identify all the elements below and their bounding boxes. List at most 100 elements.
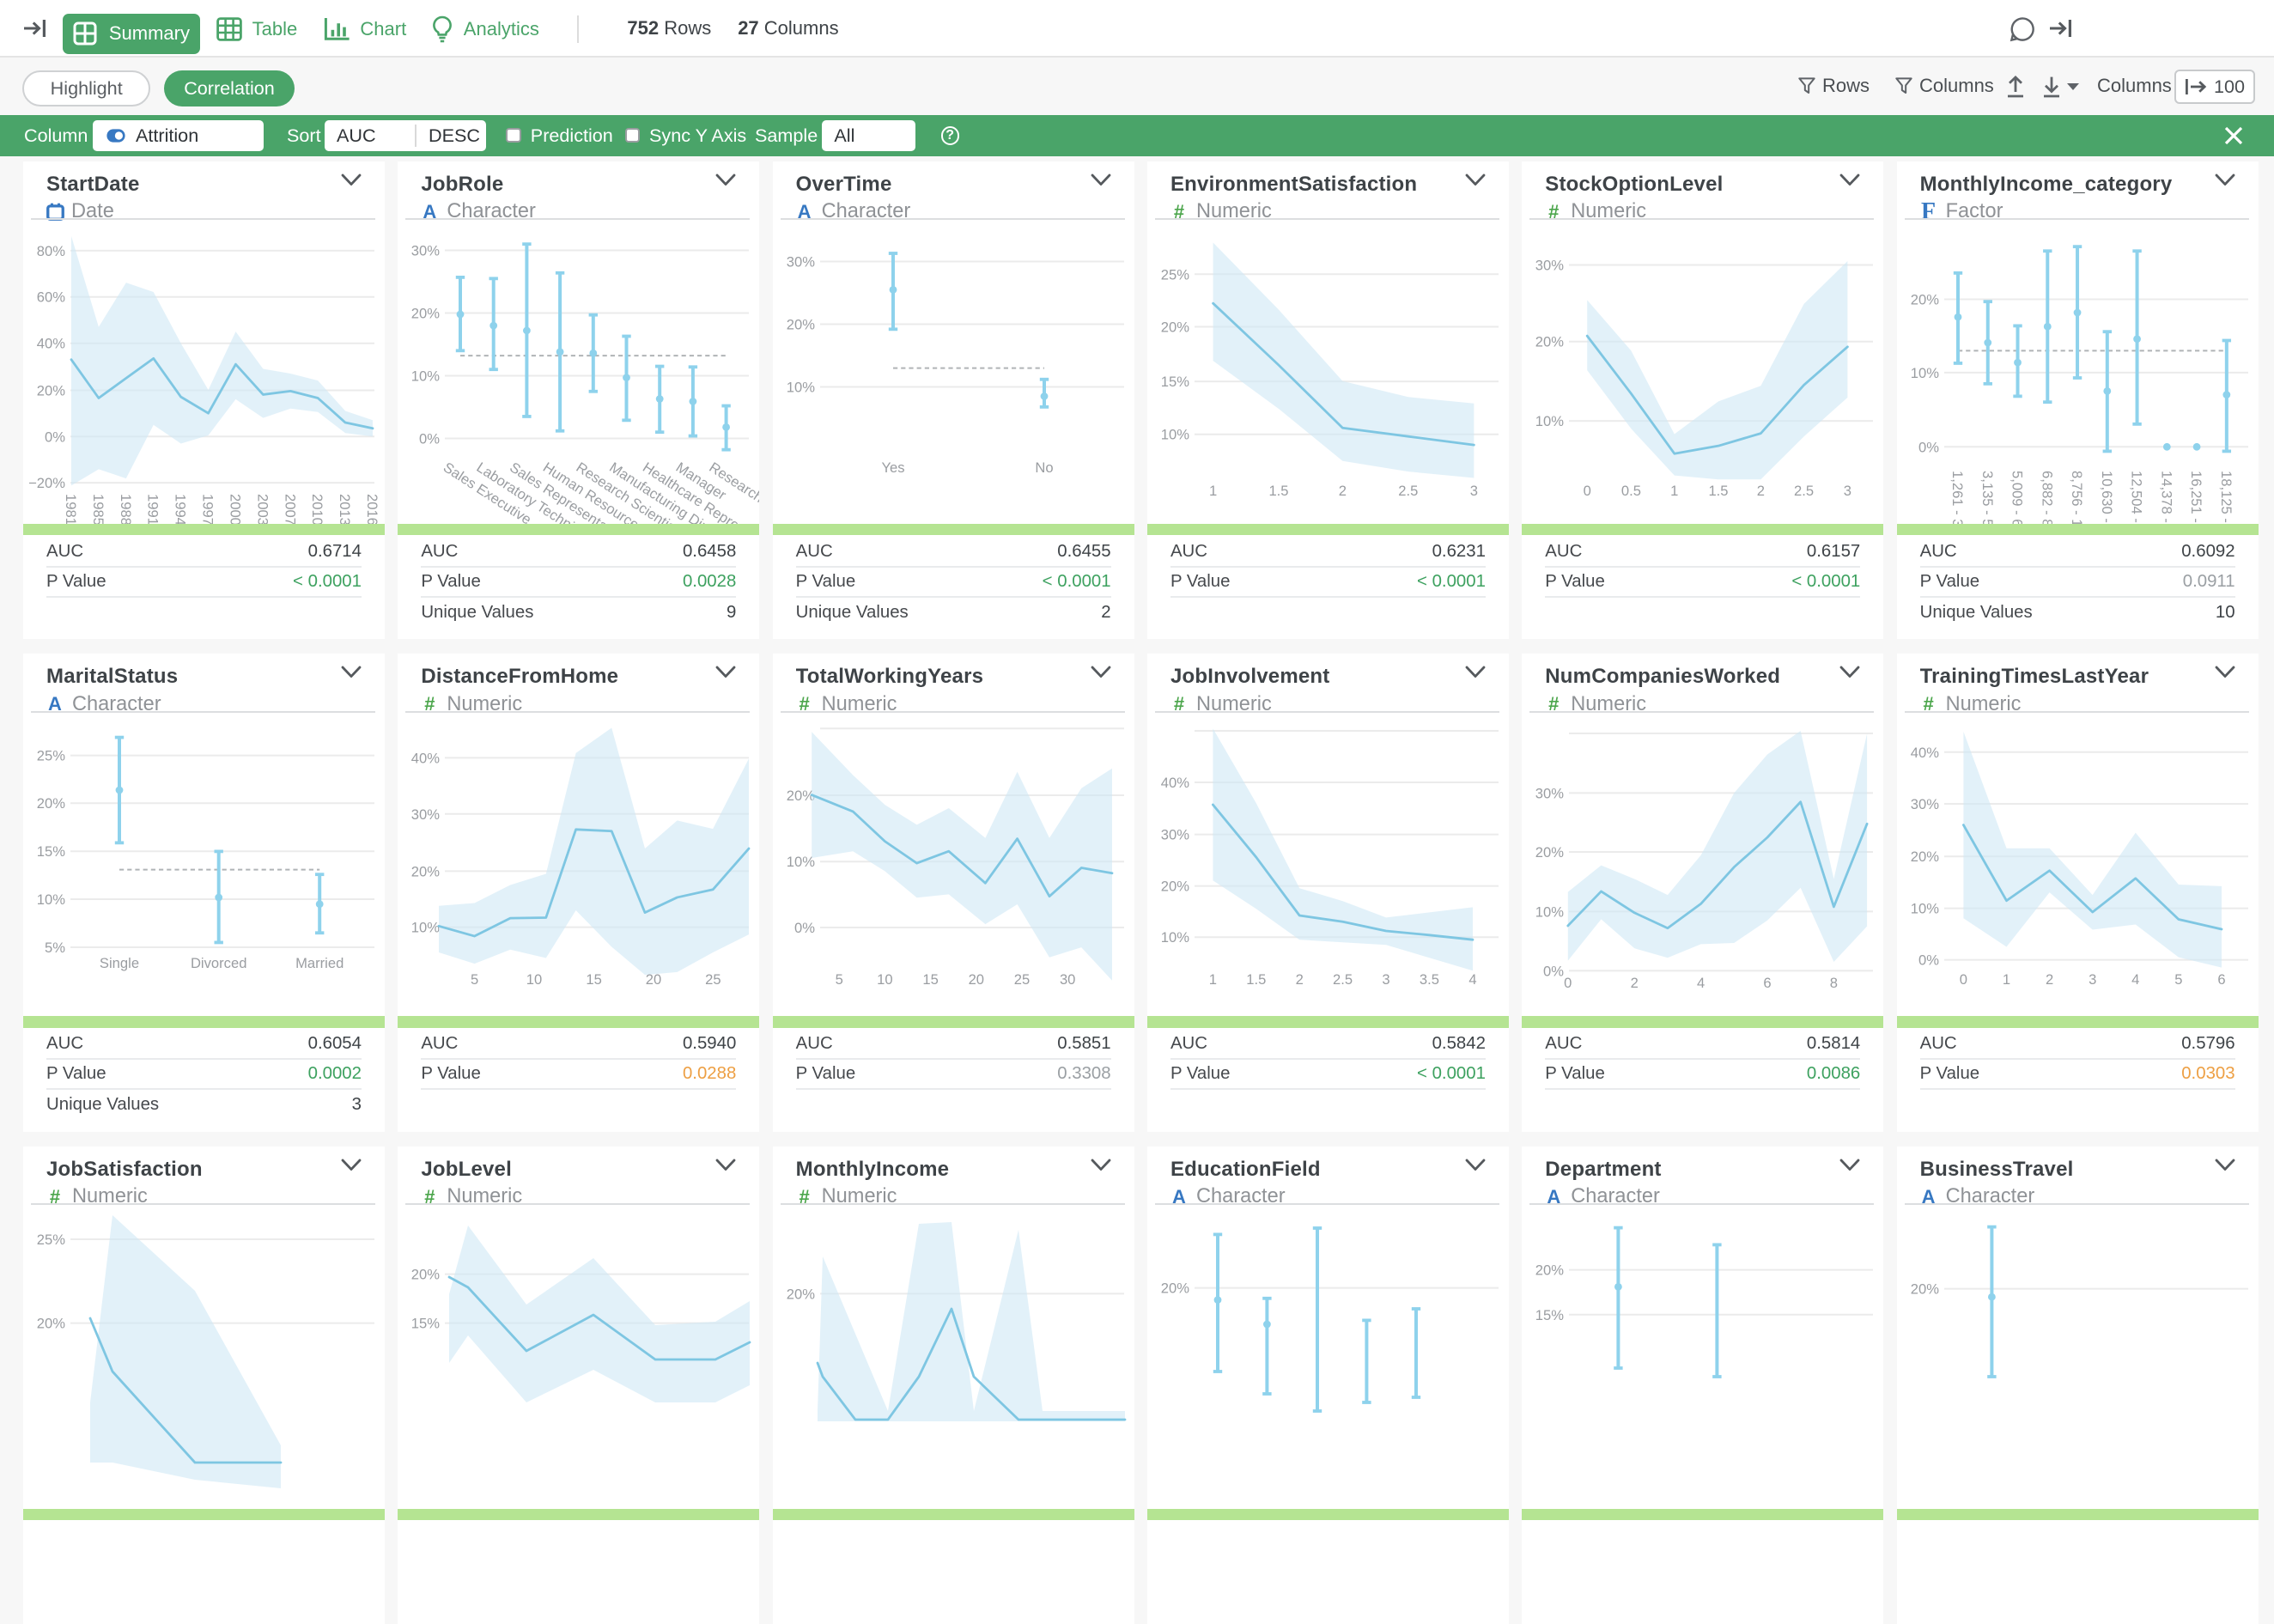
svg-text:10%: 10% — [1535, 903, 1564, 920]
svg-text:10%: 10% — [1161, 929, 1189, 946]
svg-text:20: 20 — [646, 971, 661, 988]
svg-text:1997: 1997 — [200, 494, 216, 525]
svg-text:12,504 -: 12,504 - — [2128, 471, 2144, 523]
svg-text:10%: 10% — [786, 379, 814, 395]
svg-text:20%: 20% — [411, 863, 440, 879]
svg-text:10%: 10% — [1535, 413, 1564, 429]
svg-text:2: 2 — [1757, 483, 1765, 499]
svg-text:2: 2 — [1339, 483, 1347, 499]
svg-text:8,756 - 1: 8,756 - 1 — [2069, 471, 2085, 525]
svg-text:20%: 20% — [1535, 844, 1564, 861]
svg-text:10,630 -: 10,630 - — [2098, 471, 2114, 523]
svg-text:20%: 20% — [1535, 333, 1564, 350]
svg-text:2.5: 2.5 — [1398, 483, 1418, 499]
svg-text:15%: 15% — [37, 843, 65, 860]
svg-text:2: 2 — [2046, 971, 2053, 988]
svg-text:25: 25 — [1013, 971, 1029, 988]
svg-text:6,882 - 8: 6,882 - 8 — [2039, 471, 2055, 525]
svg-text:40%: 40% — [37, 335, 65, 351]
svg-text:2: 2 — [1631, 975, 1639, 991]
svg-text:40%: 40% — [1161, 775, 1189, 791]
svg-text:25%: 25% — [37, 748, 65, 764]
svg-text:3.5: 3.5 — [1420, 971, 1439, 988]
svg-text:10%: 10% — [411, 368, 440, 384]
svg-text:0: 0 — [1584, 483, 1591, 499]
svg-text:25%: 25% — [37, 1232, 65, 1248]
svg-text:0%: 0% — [1918, 439, 1939, 455]
svg-text:0%: 0% — [45, 429, 65, 445]
svg-text:1.5: 1.5 — [1246, 971, 1266, 988]
svg-text:20: 20 — [968, 971, 983, 988]
svg-text:1985: 1985 — [90, 494, 106, 525]
svg-text:5,009 - 6: 5,009 - 6 — [2009, 471, 2025, 525]
svg-text:1991: 1991 — [145, 494, 161, 525]
svg-text:20%: 20% — [1910, 848, 1938, 865]
svg-text:2010: 2010 — [309, 494, 325, 525]
svg-text:1,261 - 3: 1,261 - 3 — [1949, 471, 1966, 525]
svg-text:15: 15 — [922, 971, 938, 988]
svg-text:30%: 30% — [1535, 785, 1564, 801]
svg-text:30: 30 — [1060, 971, 1075, 988]
svg-text:14,378 -: 14,378 - — [2158, 471, 2174, 523]
svg-text:8: 8 — [1830, 975, 1838, 991]
svg-text:1988: 1988 — [118, 494, 134, 525]
svg-text:Divorced: Divorced — [191, 955, 246, 971]
svg-text:1: 1 — [1209, 483, 1217, 499]
svg-text:4: 4 — [1468, 971, 1476, 988]
svg-text:6: 6 — [1764, 975, 1772, 991]
svg-text:−20%: −20% — [28, 475, 65, 491]
svg-text:80%: 80% — [37, 242, 65, 259]
svg-text:16,251 -: 16,251 - — [2188, 471, 2204, 523]
svg-text:2003: 2003 — [254, 494, 271, 525]
svg-text:0%: 0% — [1918, 952, 1939, 969]
svg-text:10%: 10% — [1161, 426, 1189, 442]
svg-text:3: 3 — [1470, 483, 1478, 499]
svg-text:20%: 20% — [37, 795, 65, 812]
svg-text:20%: 20% — [786, 1286, 814, 1302]
svg-text:Yes: Yes — [881, 459, 904, 476]
svg-text:10%: 10% — [786, 854, 814, 870]
svg-text:5: 5 — [2174, 971, 2182, 988]
svg-text:3: 3 — [1844, 483, 1851, 499]
svg-text:1981: 1981 — [63, 494, 79, 525]
svg-text:2.5: 2.5 — [1333, 971, 1353, 988]
svg-text:20%: 20% — [786, 316, 814, 332]
svg-text:0: 0 — [1564, 975, 1572, 991]
svg-text:4: 4 — [2131, 971, 2139, 988]
svg-text:No: No — [1035, 459, 1053, 476]
svg-text:10%: 10% — [1910, 901, 1938, 917]
svg-text:30%: 30% — [786, 253, 814, 270]
svg-text:2013: 2013 — [337, 494, 353, 525]
svg-text:20%: 20% — [37, 1315, 65, 1331]
svg-text:1.5: 1.5 — [1709, 483, 1729, 499]
svg-text:1.5: 1.5 — [1268, 483, 1288, 499]
svg-text:30%: 30% — [411, 806, 440, 823]
svg-text:1994: 1994 — [173, 494, 189, 525]
svg-text:20%: 20% — [411, 305, 440, 321]
svg-text:20%: 20% — [1910, 1280, 1938, 1297]
svg-text:30%: 30% — [1535, 257, 1564, 273]
svg-text:4: 4 — [1697, 975, 1705, 991]
svg-text:10%: 10% — [1910, 364, 1938, 380]
svg-text:1: 1 — [2002, 971, 2010, 988]
svg-text:40%: 40% — [1910, 745, 1938, 761]
svg-text:Single: Single — [100, 955, 139, 971]
svg-text:15%: 15% — [1161, 374, 1189, 390]
svg-text:20%: 20% — [1910, 291, 1938, 307]
svg-text:3: 3 — [2089, 971, 2096, 988]
svg-text:0%: 0% — [419, 430, 440, 447]
svg-text:25%: 25% — [1161, 266, 1189, 283]
svg-text:2016: 2016 — [364, 494, 380, 525]
svg-text:Married: Married — [295, 955, 344, 971]
svg-text:10%: 10% — [411, 920, 440, 936]
svg-text:20%: 20% — [411, 1266, 440, 1282]
svg-text:10: 10 — [526, 971, 542, 988]
svg-text:6: 6 — [2217, 971, 2225, 988]
svg-text:15%: 15% — [411, 1315, 440, 1331]
svg-text:3: 3 — [1382, 971, 1389, 988]
svg-text:25: 25 — [705, 971, 721, 988]
svg-text:20%: 20% — [1535, 1262, 1564, 1278]
svg-text:20%: 20% — [37, 382, 65, 398]
svg-text:20%: 20% — [1161, 1280, 1189, 1296]
svg-text:2: 2 — [1296, 971, 1304, 988]
